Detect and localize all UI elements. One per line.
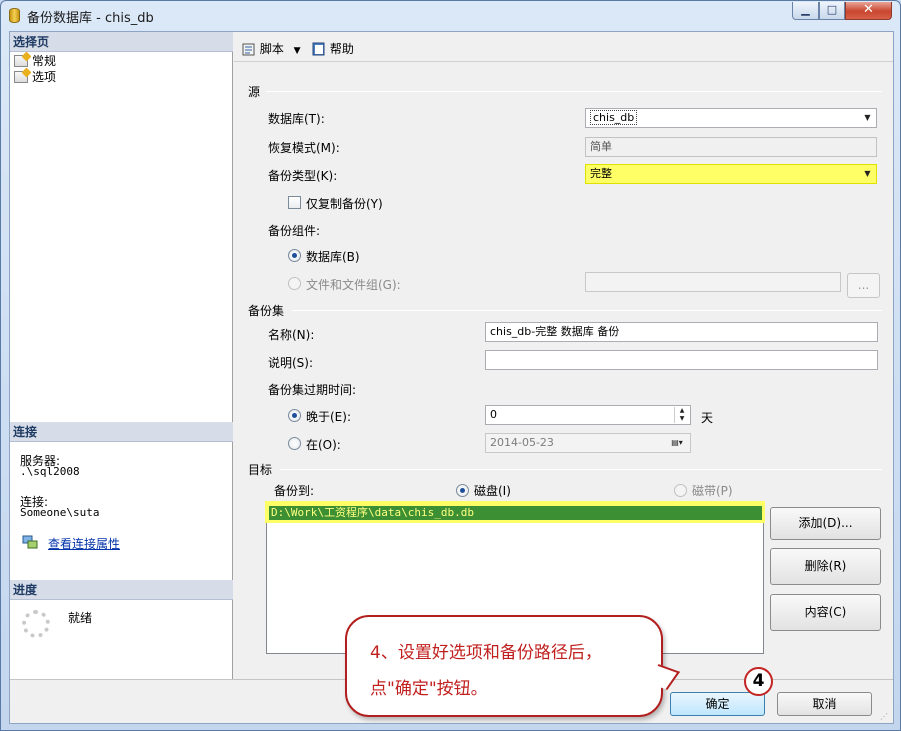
disk-radio[interactable] (456, 484, 469, 497)
expire-on-radio[interactable] (288, 437, 301, 450)
progress-spinner-icon (22, 610, 50, 638)
disk-label: 磁盘(I) (474, 484, 511, 498)
copy-only-label: 仅复制备份(Y) (306, 197, 383, 211)
page-icon (14, 71, 28, 83)
source-group-title: 源 (248, 85, 261, 99)
contents-button[interactable]: 内容(C) (770, 594, 881, 631)
chevron-down-icon[interactable]: ▼ (860, 110, 875, 126)
title-bar: 备份数据库 - chis_db ▁ □ ✕ (1, 1, 900, 29)
close-button[interactable]: ✕ (845, 2, 892, 20)
connection-value: Someone\suta (20, 506, 100, 519)
divider (280, 469, 882, 470)
chevron-down-icon[interactable]: ▼ (860, 166, 875, 182)
component-files-radio[interactable] (288, 277, 301, 290)
progress-status: 就绪 (68, 611, 93, 625)
page-item-label: 常规 (32, 54, 57, 68)
server-value: .\sql2008 (20, 465, 80, 478)
expire-label: 备份集过期时间: (268, 383, 357, 397)
script-label: 脚本 (259, 42, 284, 56)
backup-type-label: 备份类型(K): (268, 169, 338, 183)
backup-type-value: 完整 (590, 167, 612, 180)
left-panel: 选择页 常规 选项 连接 服务器: .\sql2008 连接: Someone\… (10, 32, 233, 679)
remove-destination-button[interactable]: 删除(R) (770, 548, 881, 585)
expire-on-label: 在(O): (306, 438, 341, 452)
backup-component-label: 备份组件: (268, 224, 321, 238)
backup-set-group-title: 备份集 (248, 304, 285, 318)
files-ellipsis-button[interactable]: ... (847, 273, 880, 298)
chevron-down-icon[interactable]: ▼ (294, 46, 301, 56)
general-page: 源 数据库(T): chis_db ▼ 恢复模式(M): 简单 备份类型(K):… (234, 63, 893, 679)
database-value: chis_db (590, 110, 638, 125)
page-icon (14, 55, 28, 67)
database-select[interactable]: chis_db ▼ (585, 108, 877, 128)
view-connection-properties-link[interactable]: 查看连接属性 (48, 535, 120, 552)
page-item-options[interactable]: 选项 (14, 70, 56, 85)
connection-header: 连接 (10, 422, 233, 442)
database-label: 数据库(T): (268, 112, 325, 126)
database-icon (9, 8, 20, 23)
copy-only-checkbox[interactable] (288, 196, 301, 209)
spinner-arrows-icon[interactable]: ▲ ▼ (674, 407, 689, 423)
minimize-button[interactable]: ▁ (792, 2, 819, 20)
window-title: 备份数据库 - chis_db (27, 11, 154, 26)
annotation-line-2: 点"确定"按钮。 (370, 679, 488, 699)
divider (266, 91, 882, 92)
ok-button[interactable]: 确定 (670, 692, 765, 716)
expire-date-value: 2014-05-23 (490, 436, 554, 449)
script-button[interactable]: 脚本 ▼ (242, 40, 301, 57)
tape-label: 磁带(P) (692, 484, 733, 498)
destination-group-title: 目标 (248, 463, 273, 477)
help-icon (312, 42, 325, 56)
cancel-button[interactable]: 取消 (777, 692, 872, 716)
description-label: 说明(S): (268, 356, 314, 370)
annotation-callout (345, 615, 663, 717)
expire-days-input[interactable]: 0 ▲ ▼ (485, 405, 691, 425)
recovery-model-label: 恢复模式(M): (268, 141, 340, 155)
expire-date-picker[interactable]: 2014-05-23 ▤▾ (485, 433, 691, 453)
select-page-header: 选择页 (10, 32, 233, 52)
expire-days-value: 0 (490, 408, 497, 421)
backup-to-label: 备份到: (274, 484, 315, 498)
name-label: 名称(N): (268, 328, 315, 342)
progress-header: 进度 (10, 580, 233, 600)
help-label: 帮助 (329, 42, 354, 56)
name-input[interactable]: chis_db-完整 数据库 备份 (485, 322, 878, 342)
files-field (585, 272, 841, 292)
add-destination-button[interactable]: 添加(D)... (770, 507, 881, 540)
resize-grip-icon[interactable]: ⋰ (880, 712, 888, 721)
connection-properties-icon (22, 535, 38, 549)
page-item-label: 选项 (32, 70, 57, 84)
backup-type-select[interactable]: 完整 ▼ (585, 164, 877, 184)
tape-radio[interactable] (674, 484, 687, 497)
page-item-general[interactable]: 常规 (14, 54, 56, 69)
days-unit-label: 天 (701, 411, 714, 425)
calendar-dropdown-icon[interactable]: ▤▾ (665, 435, 689, 451)
step-badge: 4 (744, 667, 773, 696)
toolbar: 脚本 ▼ 帮助 (234, 32, 893, 62)
recovery-model-field: 简单 (585, 137, 877, 157)
help-button[interactable]: 帮助 (312, 40, 354, 57)
list-item[interactable]: D:\Work\工资程序\data\chis_db.db (269, 506, 762, 520)
expire-after-label: 晚于(E): (306, 410, 351, 424)
maximize-button[interactable]: □ (819, 2, 845, 20)
divider (292, 310, 882, 311)
component-files-label: 文件和文件组(G): (306, 278, 401, 292)
component-database-radio[interactable] (288, 249, 301, 262)
component-database-label: 数据库(B) (306, 250, 360, 264)
annotation-line-1: 4、设置好选项和备份路径后， (370, 643, 602, 663)
expire-after-radio[interactable] (288, 409, 301, 422)
description-input[interactable] (485, 350, 878, 370)
script-icon (242, 43, 255, 56)
